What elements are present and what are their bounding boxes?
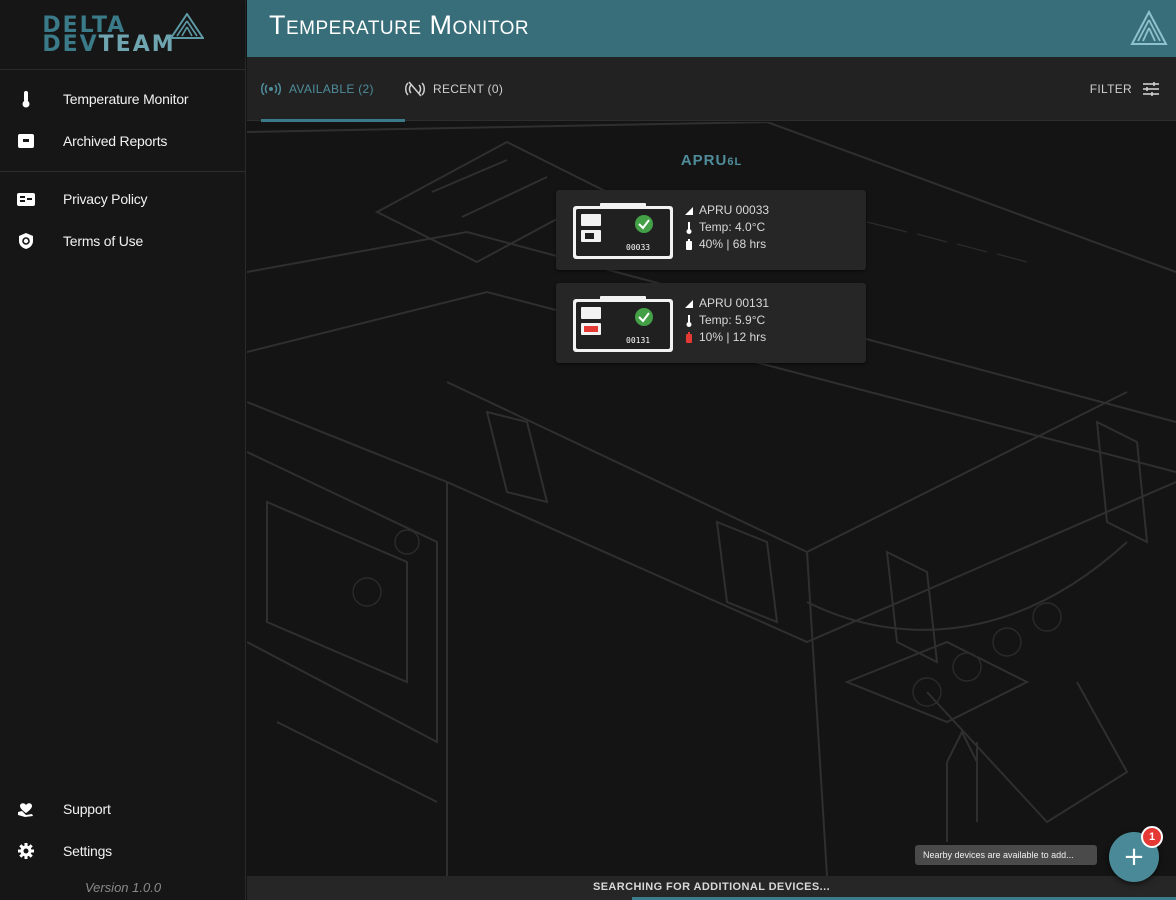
app-header: Temperature Monitor: [247, 0, 1176, 57]
device-card[interactable]: 00131 APRU 00131 Temp: 5.9°C 10% | 12 hr…: [556, 283, 866, 363]
device-battery: 40% | 68 hrs: [699, 237, 767, 251]
battery-low-icon: [684, 332, 694, 343]
gear-icon: [16, 841, 36, 861]
notification-badge: 1: [1141, 826, 1163, 848]
sidebar-divider: [0, 171, 246, 172]
device-card[interactable]: 00033 APRU 00033 Temp: 4.0°C 40% | 68 hr…: [556, 190, 866, 270]
device-info: APRU 00033 Temp: 4.0°C 40% | 68 hrs: [684, 202, 769, 253]
signal-icon: [684, 206, 694, 215]
device-group-label: APRU6L: [680, 152, 743, 169]
archive-icon: [16, 131, 36, 151]
sidebar-item-label: Archived Reports: [63, 133, 168, 149]
id-card-icon: [16, 189, 36, 209]
sidebar-item-label: Settings: [63, 843, 112, 859]
tab-recent[interactable]: RECENT (0): [405, 57, 503, 121]
plus-icon: +: [1123, 842, 1145, 872]
tab-label: RECENT (0): [433, 82, 504, 96]
sidebar-item-privacy-policy[interactable]: Privacy Policy: [0, 179, 246, 219]
sidebar-item-label: Support: [63, 801, 111, 817]
sidebar-item-terms-of-use[interactable]: Terms of Use: [0, 221, 246, 261]
sidebar-item-support[interactable]: Support: [0, 789, 246, 829]
tab-bar: AVAILABLE (2) RECENT (0) FILTER: [247, 57, 1176, 122]
device-battery: 10% | 12 hrs: [699, 330, 767, 344]
sidebar-item-label: Terms of Use: [63, 233, 144, 249]
device-temp: Temp: 5.9°C: [699, 313, 766, 327]
signal-icon: [684, 299, 694, 308]
sidebar-item-label: Temperature Monitor: [63, 91, 189, 107]
page-title: Temperature Monitor: [269, 10, 530, 40]
sidebar-item-archived-reports[interactable]: Archived Reports: [0, 121, 246, 161]
device-list-area: APRU6L 00033 APRU 00033 Temp: 4.0°C 40% …: [247, 122, 1176, 876]
battery-icon: [684, 239, 694, 250]
device-info: APRU 00131 Temp: 5.9°C 10% | 12 hrs: [684, 295, 769, 346]
broadcast-icon: [261, 83, 281, 95]
hand-heart-icon: [16, 799, 36, 819]
cooler-thumbnail-icon: [573, 296, 673, 352]
thermometer-icon: [16, 89, 36, 109]
thermometer-icon: [684, 314, 694, 327]
sidebar-item-settings[interactable]: Settings: [0, 831, 246, 871]
device-temp: Temp: 4.0°C: [699, 220, 766, 234]
search-status-text: SEARCHING FOR ADDITIONAL DEVICES...: [592, 881, 831, 893]
device-name: APRU 00131: [699, 296, 770, 310]
nearby-devices-tooltip: Nearby devices are available to add...: [915, 845, 1097, 865]
brand-logo: DELTA DEVTEAM: [0, 0, 246, 70]
filter-button[interactable]: FILTER: [1090, 57, 1160, 121]
sidebar: DELTA DEVTEAM Temperature Monitor Archiv…: [0, 0, 246, 900]
sliders-icon: [1142, 81, 1160, 97]
tab-available[interactable]: AVAILABLE (2): [261, 57, 405, 122]
shield-icon: [16, 231, 36, 251]
brand-line2: DEVTEAM: [42, 31, 176, 57]
app-version: Version 1.0.0: [84, 880, 162, 895]
sidebar-item-temperature-monitor[interactable]: Temperature Monitor: [0, 79, 246, 119]
thermometer-icon: [684, 221, 694, 234]
search-status-bar: SEARCHING FOR ADDITIONAL DEVICES...: [247, 876, 1176, 900]
broadcast-off-icon: [405, 81, 425, 97]
delta-mountain-icon: [169, 12, 204, 39]
filter-label: FILTER: [1089, 82, 1132, 96]
delta-mountain-icon: [1130, 10, 1168, 45]
tab-label: AVAILABLE (2): [289, 82, 374, 96]
sidebar-item-label: Privacy Policy: [63, 191, 148, 207]
device-name: APRU 00033: [699, 203, 770, 217]
cooler-thumbnail-icon: [573, 203, 673, 259]
